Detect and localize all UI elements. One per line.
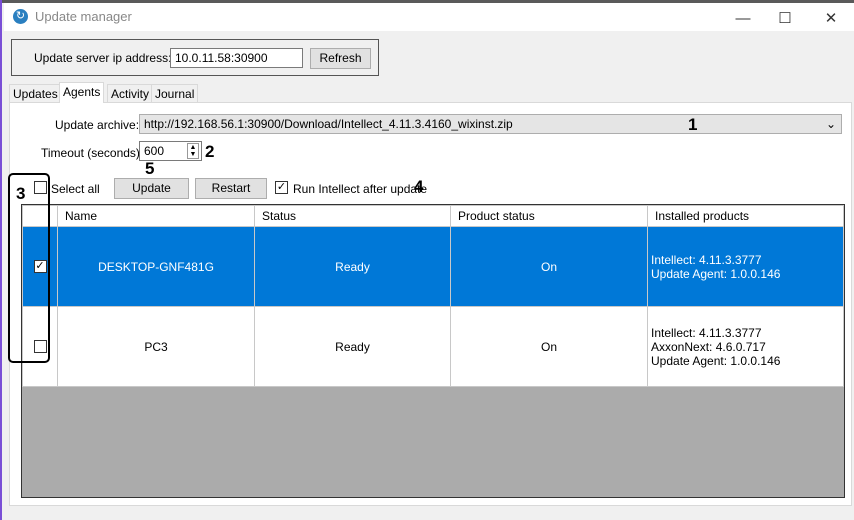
server-group: Update server ip address: 10.0.11.58:309…	[11, 39, 379, 76]
archive-value: http://192.168.56.1:30900/Download/Intel…	[144, 117, 513, 131]
agents-table: Name Status Product status Installed pro…	[22, 205, 844, 387]
app-icon: ↻	[13, 9, 28, 24]
installed-item: Intellect: 4.11.3.3777	[651, 325, 762, 340]
installed-item: Intellect: 4.11.3.3777	[651, 252, 762, 267]
installed-item: Update Agent: 1.0.0.146	[651, 353, 781, 368]
server-ip-input[interactable]: 10.0.11.58:30900	[170, 48, 303, 68]
callout-1: 1	[688, 115, 698, 134]
restart-button[interactable]: Restart	[195, 178, 267, 199]
refresh-button[interactable]: Refresh	[310, 48, 371, 69]
maximize-button[interactable]: ☐	[762, 6, 808, 32]
header-status[interactable]: Status	[254, 205, 451, 227]
callout-2: 2	[205, 142, 215, 161]
tab-agents[interactable]: Agents	[59, 82, 105, 103]
spinner-arrows-icon[interactable]: ▲ ▼	[187, 143, 199, 159]
table-row[interactable]: ✓ DESKTOP-GNF481G Ready On Intellect: 4.…	[22, 226, 844, 307]
name-cell: PC3	[57, 306, 255, 387]
timeout-spinner[interactable]: 600 ▲ ▼	[139, 141, 202, 161]
installed-cell: Intellect: 4.11.3.3777 AxxonNext: 4.6.0.…	[647, 306, 844, 387]
run-after-checkbox[interactable]: ✓	[275, 181, 288, 194]
archive-dropdown[interactable]: http://192.168.56.1:30900/Download/Intel…	[139, 114, 842, 134]
installed-cell: Intellect: 4.11.3.3777 Update Agent: 1.0…	[647, 226, 844, 307]
installed-item: AxxonNext: 4.6.0.717	[651, 339, 766, 354]
installed-item: Update Agent: 1.0.0.146	[651, 266, 781, 281]
callout-box-checkboxes	[8, 173, 50, 363]
status-cell: Ready	[254, 306, 451, 387]
agents-panel: Update archive: http://192.168.56.1:3090…	[9, 102, 852, 506]
callout-4: 4	[414, 177, 424, 196]
timeout-value: 600	[144, 144, 165, 158]
tab-updates[interactable]: Updates	[9, 84, 62, 103]
minimize-button[interactable]: —	[720, 6, 766, 32]
tab-activity[interactable]: Activity	[107, 84, 154, 103]
tab-journal[interactable]: Journal	[151, 84, 199, 103]
server-label: Update server ip address:	[34, 51, 172, 65]
callout-3: 3	[16, 184, 26, 203]
agents-grid: Name Status Product status Installed pro…	[21, 204, 845, 498]
chevron-down-icon: ⌄	[825, 117, 836, 131]
table-row[interactable]: PC3 Ready On Intellect: 4.11.3.3777 Axxo…	[22, 306, 844, 387]
window-title: Update manager	[35, 9, 132, 24]
header-product-status[interactable]: Product status	[450, 205, 648, 227]
update-manager-window: ↻ Update manager — ☐ ✕ Update server ip …	[0, 0, 854, 520]
close-button[interactable]: ✕	[808, 6, 854, 32]
product-status-cell: On	[450, 306, 648, 387]
status-cell: Ready	[254, 226, 451, 307]
header-name[interactable]: Name	[57, 205, 255, 227]
update-button[interactable]: Update	[114, 178, 189, 199]
select-all-label: Select all	[51, 182, 100, 196]
callout-5: 5	[145, 159, 155, 178]
name-cell: DESKTOP-GNF481G	[57, 226, 255, 307]
title-bar: ↻ Update manager — ☐ ✕	[4, 3, 854, 31]
table-header: Name Status Product status Installed pro…	[22, 205, 844, 227]
timeout-label: Timeout (seconds):	[41, 146, 144, 160]
header-installed-products[interactable]: Installed products	[647, 205, 844, 227]
archive-label: Update archive:	[55, 118, 140, 132]
product-status-cell: On	[450, 226, 648, 307]
run-after-label: Run Intellect after update	[293, 182, 428, 196]
